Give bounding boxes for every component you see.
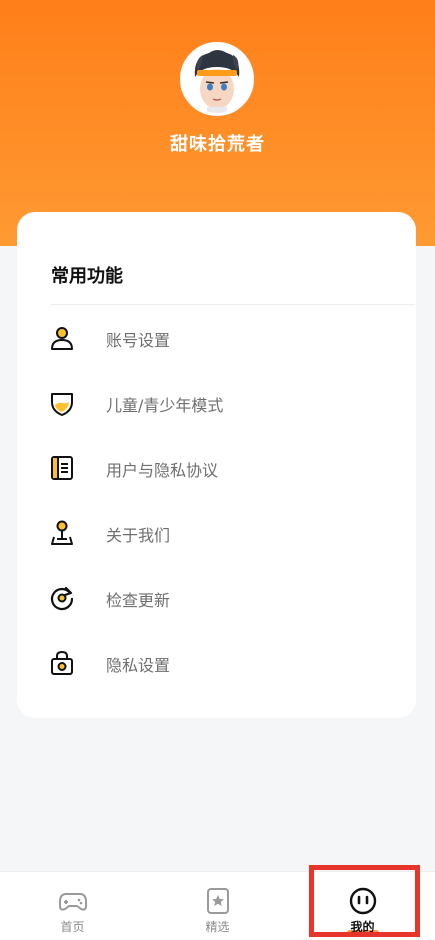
card-title: 常用功能 xyxy=(51,266,123,287)
menu-item-label: 关于我们 xyxy=(106,526,171,545)
tab-home[interactable]: 首页 xyxy=(0,872,145,940)
avatar-illustration xyxy=(183,45,251,113)
tab-featured[interactable]: 精选 xyxy=(145,872,290,940)
menu-item-label: 检查更新 xyxy=(106,591,171,610)
menu-item-label: 账号设置 xyxy=(106,331,171,350)
profile-header: 甜味拾荒者 xyxy=(0,0,435,246)
refresh-icon xyxy=(48,584,76,612)
menu-item-user-privacy-agreement[interactable]: 用户与隐私协议 xyxy=(17,438,416,498)
menu-item-privacy-settings[interactable]: 隐私设置 xyxy=(17,633,416,693)
document-icon xyxy=(48,454,76,482)
tab-label: 首页 xyxy=(60,920,85,934)
gamepad-icon xyxy=(58,886,88,916)
menu-item-label: 隐私设置 xyxy=(106,656,171,675)
user-icon xyxy=(48,324,76,352)
divider xyxy=(51,304,415,305)
tab-label: 我的 xyxy=(350,920,375,934)
avatar[interactable] xyxy=(180,42,254,116)
menu-item-youth-mode[interactable]: 儿童/青少年模式 xyxy=(17,373,416,433)
menu-item-about-us[interactable]: 关于我们 xyxy=(17,503,416,563)
menu-item-label: 用户与隐私协议 xyxy=(106,461,219,480)
star-badge-icon xyxy=(203,886,233,916)
joystick-icon xyxy=(48,519,76,547)
menu-item-label: 儿童/青少年模式 xyxy=(106,396,224,415)
shield-icon xyxy=(48,389,76,417)
lock-icon xyxy=(48,649,76,677)
functions-card: 常用功能 账号设置 儿童/青少年模式 用户与隐私协议 关于我们 检查更新 隐私设… xyxy=(17,212,416,718)
face-icon xyxy=(348,886,378,916)
tab-mine[interactable]: 我的 xyxy=(290,872,435,940)
tab-label: 精选 xyxy=(205,920,230,934)
menu-item-check-update[interactable]: 检查更新 xyxy=(17,568,416,628)
bottom-tab-bar: 首页 精选 我的 xyxy=(0,871,435,940)
username: 甜味拾荒者 xyxy=(170,134,265,155)
menu-item-account-settings[interactable]: 账号设置 xyxy=(17,308,416,368)
